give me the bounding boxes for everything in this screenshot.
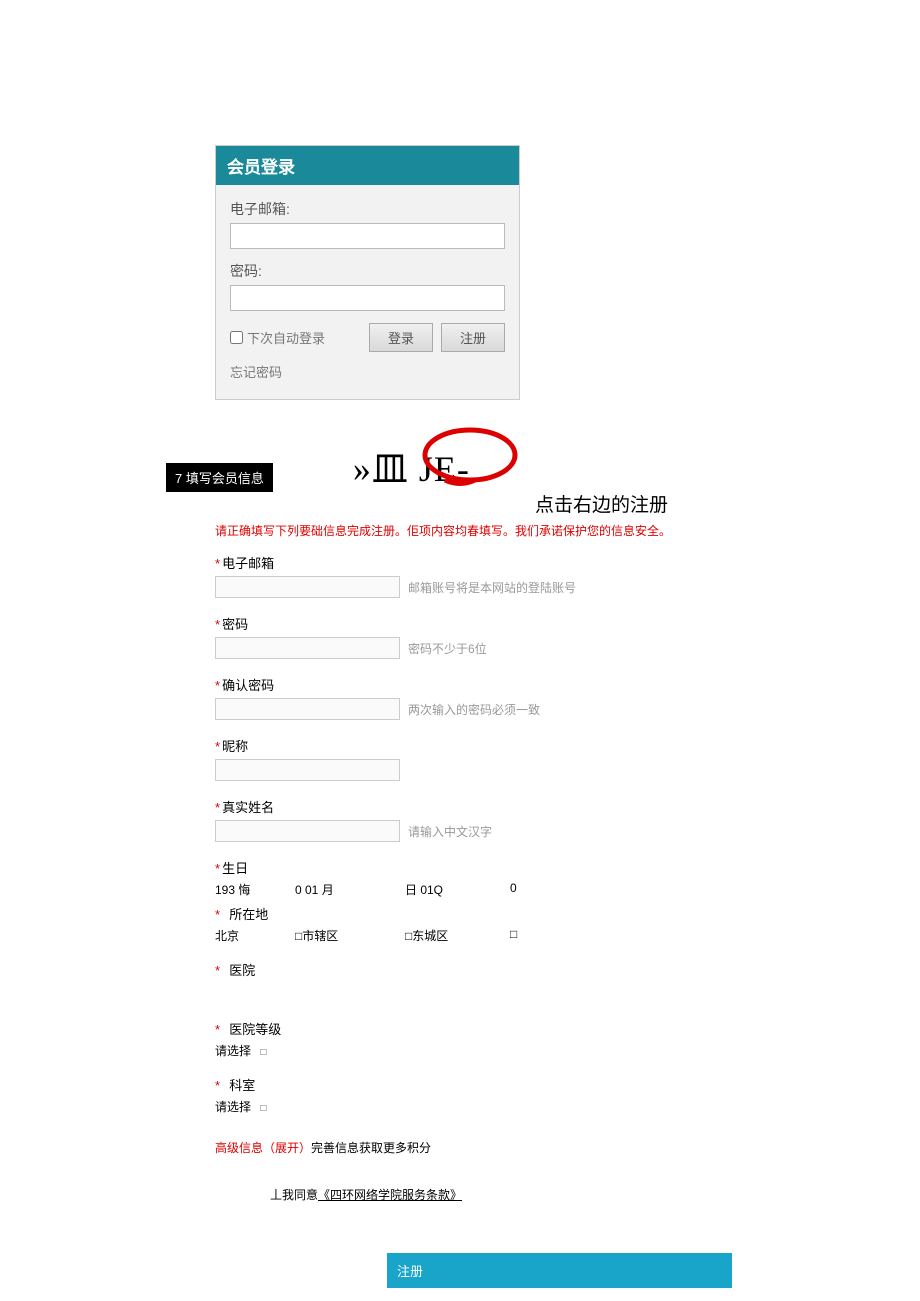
terms-link[interactable]: 《四环网络学院服务条款》 (318, 1188, 462, 1202)
department-select[interactable]: 请选择 (215, 1100, 251, 1114)
reg-confirm-input[interactable] (215, 698, 400, 720)
step-row: 7 填写会员信息 »皿 JE- (166, 440, 920, 492)
submit-register-button[interactable]: 注册 (387, 1253, 732, 1288)
birthday-day[interactable]: 日 01Q (405, 881, 510, 898)
field-confirm: *确认密码 两次输入的密码必须一致 (215, 675, 745, 720)
instruction-text: 点击右边的注册 (535, 490, 668, 517)
birthday-q: 0 (510, 881, 530, 898)
birthday-month[interactable]: 0 01 月 (295, 881, 405, 898)
reg-email-input[interactable] (215, 576, 400, 598)
dropdown-marker-icon: □ (260, 1103, 266, 1114)
field-birthday: *生日 193 悔 0 01 月 日 01Q 0 (215, 858, 745, 898)
loc-city[interactable]: □市辖区 (295, 927, 405, 944)
advanced-expand-link[interactable]: 高级信息（展开） (215, 1141, 311, 1155)
field-nickname: *昵称 (215, 736, 745, 781)
loc-tail: □ (510, 927, 530, 944)
step-title: »皿 JE- (353, 440, 470, 492)
reg-password-input[interactable] (215, 637, 400, 659)
field-password: *密码 密码不少于6位 (215, 614, 745, 659)
email-field[interactable] (230, 223, 505, 249)
reg-realname-input[interactable] (215, 820, 400, 842)
loc-district[interactable]: □东城区 (405, 927, 510, 944)
dropdown-marker-icon: □ (260, 1047, 266, 1058)
advanced-info-row: 高级信息（展开）完善信息获取更多积分 (215, 1139, 745, 1156)
field-department: * 科室 请选择 □ (215, 1075, 745, 1115)
forgot-password-link[interactable]: 忘记密码 (230, 362, 505, 381)
login-button[interactable]: 登录 (369, 323, 433, 352)
field-location: * 所在地 北京 □市辖区 □东城区 □ (215, 904, 745, 944)
register-button[interactable]: 注册 (441, 323, 505, 352)
auto-login-box[interactable] (230, 331, 243, 344)
loc-province[interactable]: 北京 (215, 927, 295, 944)
field-hospital: * 医院 (215, 960, 745, 1003)
hospital-level-select[interactable]: 请选择 (215, 1044, 251, 1058)
step-badge: 7 填写会员信息 (166, 463, 273, 492)
reg-realname-hint: 请输入中文汉字 (408, 823, 492, 840)
reg-password-hint: 密码不少于6位 (408, 640, 487, 657)
reg-email-hint: 邮箱账号将是本网站的登陆账号 (408, 579, 576, 596)
field-email: *电子邮箱 邮箱账号将是本网站的登陆账号 (215, 553, 745, 598)
registration-form: 请正确填写下列要础信息完成注册。佢项内容均春填写。我们承诺保护您的信息安全。 *… (215, 522, 745, 1288)
login-body: 电子邮箱: 密码: 下次自动登录 登录 注册 忘记密码 (216, 185, 519, 399)
auto-login-checkbox[interactable]: 下次自动登录 (230, 328, 325, 347)
email-label: 电子邮箱: (230, 199, 505, 219)
field-realname: *真实姓名 请输入中文汉字 (215, 797, 745, 842)
password-label: 密码: (230, 261, 505, 281)
reg-notice: 请正确填写下列要础信息完成注册。佢项内容均春填写。我们承诺保护您的信息安全。 (215, 522, 745, 539)
login-header: 会员登录 (216, 146, 519, 185)
reg-confirm-hint: 两次输入的密码必须一致 (408, 701, 540, 718)
login-panel: 会员登录 电子邮箱: 密码: 下次自动登录 登录 注册 忘记密码 (215, 145, 520, 400)
reg-nickname-input[interactable] (215, 759, 400, 781)
agree-row: 丄我同意《四环网络学院服务条款》 (270, 1186, 745, 1203)
birthday-year[interactable]: 193 悔 (215, 881, 295, 898)
password-field[interactable] (230, 285, 505, 311)
field-hospital-level: * 医院等级 请选择 □ (215, 1019, 745, 1059)
